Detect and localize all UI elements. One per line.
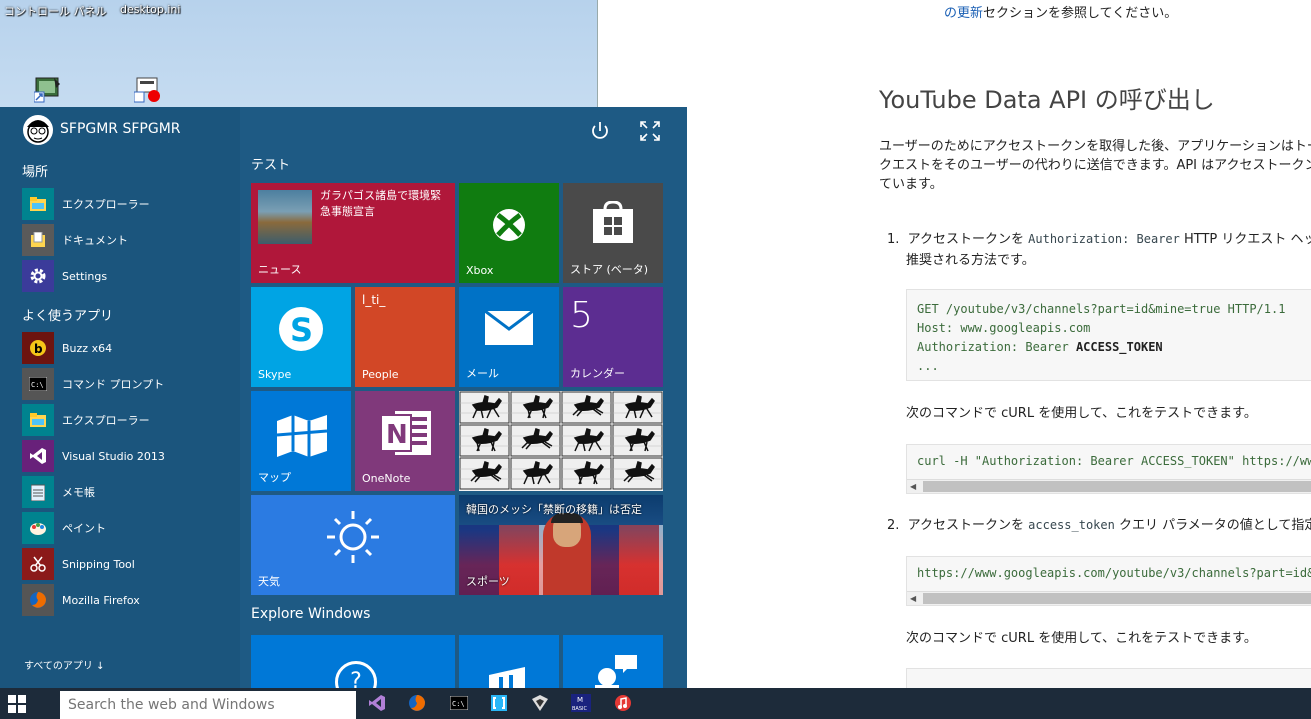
svg-text:C:\: C:\ — [31, 381, 44, 389]
app-visual-studio[interactable]: Visual Studio 2013 — [22, 439, 242, 473]
buzz-icon: b — [22, 332, 54, 364]
places-heading: 場所 — [22, 165, 49, 180]
firefox-icon — [22, 584, 54, 616]
bracket-app-icon[interactable] — [488, 692, 510, 714]
tile-weather[interactable]: 天気 — [251, 495, 455, 595]
tile-group-title: Explore Windows — [251, 606, 371, 622]
code-block-4 — [906, 668, 1311, 690]
app-firefox[interactable]: Mozilla Firefox — [22, 583, 242, 617]
power-icon[interactable] — [588, 119, 612, 143]
update-link[interactable]: の更新 — [944, 6, 983, 21]
visual-studio-icon[interactable] — [366, 692, 388, 714]
help-icon: ? — [335, 661, 377, 688]
desktop-icon-label[interactable]: コントロール パネル — [4, 3, 107, 19]
command-prompt-icon: C:\ — [22, 368, 54, 400]
tile-xbox[interactable]: Xbox — [459, 183, 559, 283]
tile-group-title: テスト — [251, 158, 291, 173]
music-app-icon[interactable] — [612, 692, 634, 714]
svg-text:S: S — [290, 311, 313, 349]
svg-text:BASIC: BASIC — [572, 706, 587, 712]
app-explorer[interactable]: エクスプローラー — [22, 403, 242, 437]
nav-item-explorer[interactable]: エクスプローラー — [22, 187, 242, 221]
scissors-icon — [22, 548, 54, 580]
nav-item-settings[interactable]: Settings — [22, 259, 242, 293]
browser-page: の更新セクションを参照してください。 YouTube Data API の呼び出… — [597, 0, 1311, 690]
feedback-icon — [485, 665, 531, 688]
search-box[interactable] — [60, 691, 356, 719]
svg-text:M: M — [577, 696, 583, 704]
section-heading: YouTube Data API の呼び出し — [879, 86, 1215, 114]
tile-photos[interactable] — [459, 391, 663, 491]
intro-paragraph: ユーザーのためにアクセストークンを取得した後、アプリケーションはトーク クエスト… — [879, 139, 1311, 192]
desktop: コントロール パネル desktop.ini — [0, 0, 598, 110]
skype-icon: S — [277, 305, 325, 356]
folder-icon — [22, 404, 54, 436]
avatar[interactable] — [23, 115, 53, 145]
basic-app-icon[interactable]: M BASIC — [570, 692, 592, 714]
frequent-apps-heading: よく使うアプリ — [22, 309, 114, 324]
tile-contact-support[interactable] — [563, 635, 663, 688]
gear-icon — [22, 260, 54, 292]
tile-get-started[interactable]: ? — [251, 635, 455, 688]
map-icon — [275, 411, 329, 462]
paint-icon — [22, 512, 54, 544]
app-snipping-tool[interactable]: Snipping Tool — [22, 547, 242, 581]
app-notepad[interactable]: メモ帳 — [22, 475, 242, 509]
user-name[interactable]: SFPGMR SFPGMR — [60, 121, 181, 137]
list-item-1-line2: 推奨される方法です。 — [906, 253, 1035, 268]
start-menu: SFPGMR SFPGMR 場所 エクスプローラー ドキュメント Setting… — [0, 107, 687, 688]
horizontal-scrollbar[interactable]: ◀ — [907, 479, 1311, 493]
support-icon — [593, 651, 639, 688]
tile-people[interactable]: l_ti_ People — [355, 287, 455, 387]
code-block-2: curl -H "Authorization: Bearer ACCESS_TO… — [906, 444, 1311, 494]
svg-text:N: N — [386, 420, 408, 450]
control-panel-icon[interactable] — [33, 76, 62, 104]
search-input[interactable] — [66, 691, 350, 719]
tile-windows-feedback[interactable] — [459, 635, 559, 688]
news-thumbnail — [258, 190, 312, 244]
curl-instruction-1: 次のコマンドで cURL を使用して、これをテストできます。 — [906, 406, 1257, 421]
all-apps-link[interactable]: すべてのアプリ ↓ — [24, 657, 104, 672]
tile-calendar[interactable]: 5 カレンダー — [563, 287, 663, 387]
tile-maps[interactable]: マップ — [251, 391, 351, 491]
svg-text:b: b — [34, 342, 43, 356]
notepad-icon — [22, 476, 54, 508]
tile-mail[interactable]: メール — [459, 287, 559, 387]
code-block-3: https://www.googleapis.com/youtube/v3/ch… — [906, 556, 1311, 606]
list-item-2: 2. アクセストークンを access_token クエリ パラメータの値として… — [887, 518, 1311, 533]
app-buzz[interactable]: b Buzz x64 — [22, 331, 242, 365]
command-prompt-icon[interactable]: C:\ — [448, 692, 470, 714]
svg-text:C:\: C:\ — [452, 700, 465, 708]
list-item-1: 1. アクセストークンを Authorization: Bearer HTTP … — [887, 232, 1311, 247]
onenote-icon: N — [379, 407, 433, 462]
taskbar: C:\ M BASIC — [0, 688, 1311, 719]
top-line: の更新セクションを参照してください。 — [944, 6, 1178, 21]
nav-item-documents[interactable]: ドキュメント — [22, 223, 242, 257]
horse-motion-photo — [459, 391, 663, 490]
mail-icon — [484, 309, 534, 348]
windows-start-icon[interactable] — [8, 695, 26, 713]
documents-icon — [22, 224, 54, 256]
visual-studio-icon — [22, 440, 54, 472]
horizontal-scrollbar[interactable]: ◀ — [907, 591, 1311, 605]
player-photo — [543, 513, 591, 595]
tile-news[interactable]: ガラパゴス諸島で環境緊急事態宣言 ニュース — [251, 183, 455, 283]
store-icon — [591, 200, 635, 246]
desktop-icon-label[interactable]: desktop.ini — [120, 3, 180, 16]
tile-skype[interactable]: S Skype — [251, 287, 351, 387]
tile-onenote[interactable]: N OneNote — [355, 391, 455, 491]
expand-icon[interactable] — [638, 119, 662, 143]
code-block-1: GET /youtube/v3/channels?part=id&mine=tr… — [906, 289, 1311, 381]
curl-instruction-2: 次のコマンドで cURL を使用して、これをテストできます。 — [906, 631, 1257, 646]
tile-sports[interactable]: 韓国のメッシ「禁断の移籍」は否定 スポーツ — [459, 495, 663, 595]
sun-icon — [325, 509, 381, 568]
shield-app-icon[interactable] — [529, 692, 551, 714]
folder-icon — [22, 188, 54, 220]
settings-file-icon[interactable] — [133, 76, 162, 104]
app-command-prompt[interactable]: C:\ コマンド プロンプト — [22, 367, 242, 401]
tile-store[interactable]: ストア (ベータ) — [563, 183, 663, 283]
xbox-icon — [491, 207, 527, 246]
app-paint[interactable]: ペイント — [22, 511, 242, 545]
firefox-icon[interactable] — [406, 692, 428, 714]
